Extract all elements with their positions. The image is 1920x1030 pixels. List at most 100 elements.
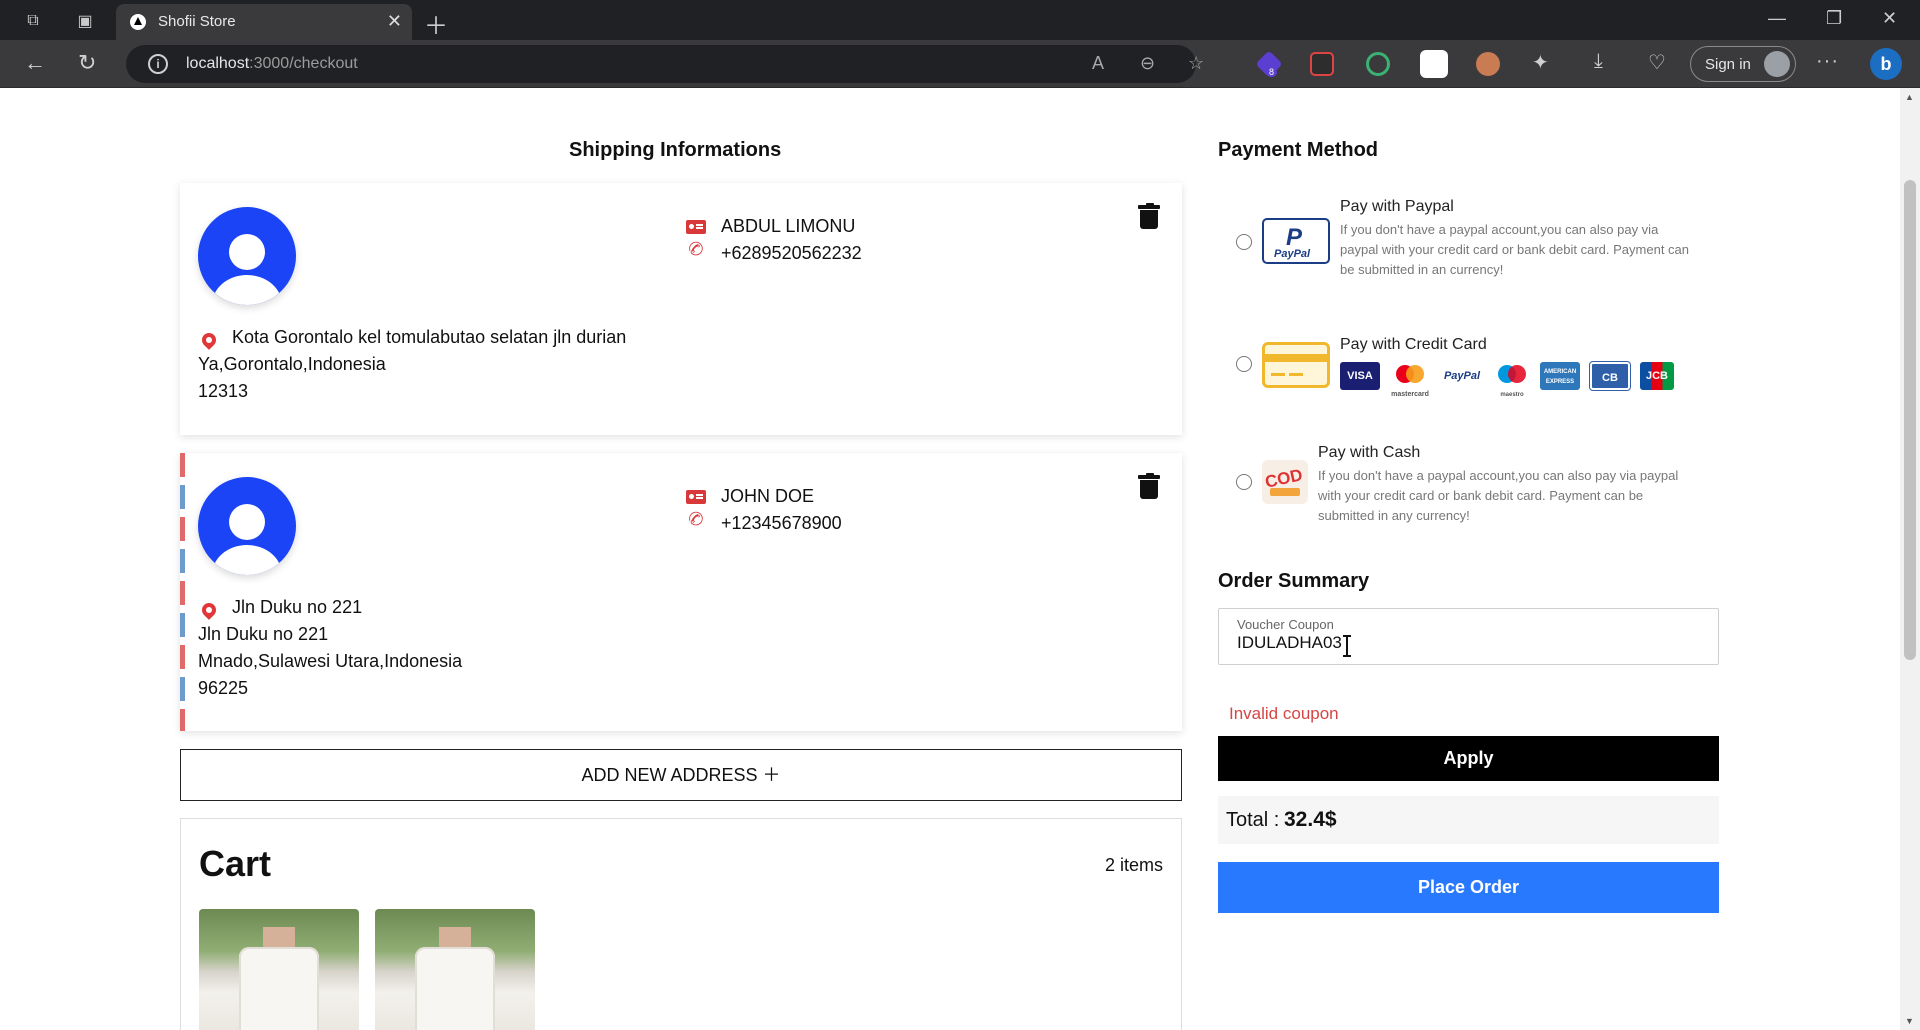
recipient-phone: +6289520562232 bbox=[721, 243, 862, 263]
url-path: :3000/checkout bbox=[249, 55, 358, 72]
tab-close-icon[interactable]: ✕ bbox=[387, 11, 402, 32]
place-order-button[interactable]: Place Order bbox=[1218, 862, 1719, 913]
cart-item-image[interactable] bbox=[375, 909, 535, 1030]
refresh-icon[interactable]: ↻ bbox=[78, 50, 96, 76]
shipping-title: Shipping Informations bbox=[569, 139, 782, 161]
card-brands: VISA mastercard PayPal maestro AMERICAN … bbox=[1340, 361, 1700, 398]
cb-icon: CB bbox=[1589, 361, 1631, 391]
visa-icon: VISA bbox=[1340, 362, 1380, 390]
cash-radio[interactable] bbox=[1236, 474, 1252, 490]
favorite-star-icon[interactable]: ☆ bbox=[1188, 53, 1204, 74]
total-label: Total : bbox=[1226, 809, 1280, 831]
phone-icon: ✆ bbox=[685, 237, 707, 262]
sign-in-label: Sign in bbox=[1705, 56, 1751, 73]
payment-method-title: Payment Method bbox=[1218, 139, 1379, 161]
browser-tab-active[interactable]: Shofii Store ✕ bbox=[116, 4, 412, 40]
voucher-coupon-field[interactable]: Voucher Coupon IDULADHA03 bbox=[1218, 608, 1719, 665]
address-line-2: Ya,Gorontalo,Indonesia bbox=[198, 354, 386, 374]
location-pin-icon bbox=[199, 330, 219, 350]
address-line-1: Jln Duku no 221 bbox=[232, 597, 363, 617]
payment-option-credit-card[interactable]: Pay with Credit Card VISA mastercard Pay… bbox=[1218, 336, 1718, 406]
jcb-icon: JCB bbox=[1640, 362, 1674, 390]
extension-4-icon[interactable] bbox=[1420, 50, 1448, 78]
more-menu-icon[interactable]: ··· bbox=[1816, 50, 1839, 73]
recipient-name: ABDUL LIMONU bbox=[721, 216, 856, 236]
delete-address-icon[interactable] bbox=[1138, 473, 1160, 499]
minimize-icon[interactable]: — bbox=[1768, 8, 1786, 29]
window-close-icon[interactable]: ✕ bbox=[1882, 8, 1897, 29]
id-card-icon bbox=[686, 220, 706, 234]
paypal-brand-icon: PayPal bbox=[1440, 362, 1484, 390]
site-info-icon[interactable]: i bbox=[148, 54, 168, 74]
page-scrollbar[interactable]: ▲ ▼ bbox=[1900, 88, 1920, 1030]
downloads-icon[interactable]: ⤓ bbox=[1594, 50, 1603, 73]
address-line-2: Jln Duku no 221 bbox=[198, 624, 329, 644]
scrollbar-thumb[interactable] bbox=[1904, 180, 1916, 660]
voucher-coupon-label: Voucher Coupon bbox=[1237, 617, 1334, 632]
cod-icon: COD bbox=[1262, 460, 1308, 504]
text-cursor-icon bbox=[1343, 635, 1351, 657]
id-card-icon bbox=[686, 490, 706, 504]
tab-actions-icon[interactable]: ▣ bbox=[72, 8, 98, 34]
extensions-puzzle-icon[interactable]: ✦ bbox=[1532, 50, 1549, 75]
recipient-phone: +12345678900 bbox=[721, 513, 842, 533]
cart-item-image[interactable] bbox=[199, 909, 359, 1030]
voucher-coupon-input[interactable]: IDULADHA03 bbox=[1237, 633, 1342, 653]
mastercard-icon: mastercard bbox=[1390, 362, 1430, 398]
postal-code: 96225 bbox=[198, 678, 249, 698]
workspaces-icon[interactable]: ⧉ bbox=[20, 8, 46, 34]
site-favicon-icon bbox=[130, 14, 146, 30]
cart-panel: Cart 2 items bbox=[180, 818, 1182, 1030]
read-aloud-icon[interactable]: A bbox=[1092, 53, 1104, 74]
extension-3-icon[interactable] bbox=[1366, 52, 1390, 76]
restore-icon[interactable]: ❐ bbox=[1826, 8, 1842, 29]
profile-avatar-icon bbox=[1764, 51, 1790, 77]
sign-in-button[interactable]: Sign in bbox=[1690, 46, 1796, 82]
apply-coupon-button[interactable]: Apply bbox=[1218, 736, 1719, 781]
avatar bbox=[198, 477, 296, 575]
cart-item-count: 2 items bbox=[1104, 855, 1163, 875]
maestro-icon: maestro bbox=[1492, 362, 1532, 398]
cart-title: Cart bbox=[199, 843, 272, 884]
payment-option-paypal[interactable]: P PayPal Pay with Paypal If you don't hav… bbox=[1218, 198, 1718, 298]
url-text[interactable]: localhost:3000/checkout bbox=[186, 55, 358, 73]
cash-option-description: If you don't have a paypal account,you c… bbox=[1318, 468, 1679, 523]
total-value: 32.4$ bbox=[1284, 808, 1337, 831]
new-tab-icon[interactable]: ＋ bbox=[424, 6, 448, 41]
phone-icon: ✆ bbox=[685, 507, 707, 532]
browser-tab-bar: ⧉ ▣ Shofii Store ✕ ＋ — ❐ ✕ bbox=[0, 0, 1920, 40]
copilot-icon[interactable]: b bbox=[1870, 48, 1902, 80]
delete-address-icon[interactable] bbox=[1138, 203, 1160, 229]
tab-title: Shofii Store bbox=[158, 13, 236, 30]
address-bar[interactable]: i localhost:3000/checkout A ⊖ ☆ bbox=[126, 45, 1204, 83]
zoom-icon[interactable]: ⊖ bbox=[1140, 53, 1155, 74]
address-line-1: Kota Gorontalo kel tomulabutao selatan j… bbox=[232, 327, 627, 347]
scroll-up-icon[interactable]: ▲ bbox=[1905, 92, 1914, 102]
address-card[interactable]: ABDUL LIMONU ✆ +6289520562232 Kota Goron… bbox=[180, 183, 1182, 435]
paypal-radio[interactable] bbox=[1236, 234, 1252, 250]
extension-2-icon[interactable] bbox=[1310, 52, 1334, 76]
browser-toolbar: ← ↻ i localhost:3000/checkout A ⊖ ☆ 8 ✦ … bbox=[0, 40, 1920, 88]
address-line-3: Mnado,Sulawesi Utara,Indonesia bbox=[198, 651, 463, 671]
url-host: localhost bbox=[186, 55, 250, 72]
extension-badge: 8 bbox=[1266, 67, 1278, 77]
extension-5-icon[interactable] bbox=[1476, 52, 1500, 76]
paypal-option-description: If you don't have a paypal account,you c… bbox=[1340, 222, 1690, 277]
order-summary-title: Order Summary bbox=[1218, 570, 1370, 592]
address-card-selected[interactable]: JOHN DOE ✆ +12345678900 Jln Duku no 221 … bbox=[180, 453, 1182, 731]
paypal-option-title: Pay with Paypal bbox=[1340, 198, 1454, 215]
selected-address-border bbox=[180, 453, 185, 731]
performance-icon[interactable]: ♡ bbox=[1648, 50, 1666, 75]
postal-code: 12313 bbox=[198, 381, 249, 401]
scroll-down-icon[interactable]: ▼ bbox=[1905, 1016, 1914, 1026]
credit-card-radio[interactable] bbox=[1236, 356, 1252, 372]
avatar bbox=[198, 207, 296, 305]
coupon-error-message: Invalid coupon bbox=[1229, 704, 1339, 723]
location-pin-icon bbox=[199, 600, 219, 620]
order-total: Total : 32.4$ bbox=[1218, 796, 1719, 844]
payment-option-cash[interactable]: COD Pay with Cash If you don't have a pa… bbox=[1218, 444, 1718, 534]
add-new-address-button[interactable]: ADD NEW ADDRESS ＋ bbox=[180, 749, 1182, 801]
paypal-logo-icon: P PayPal bbox=[1262, 218, 1330, 264]
back-icon[interactable]: ← bbox=[24, 50, 46, 76]
cash-option-title: Pay with Cash bbox=[1318, 444, 1421, 461]
